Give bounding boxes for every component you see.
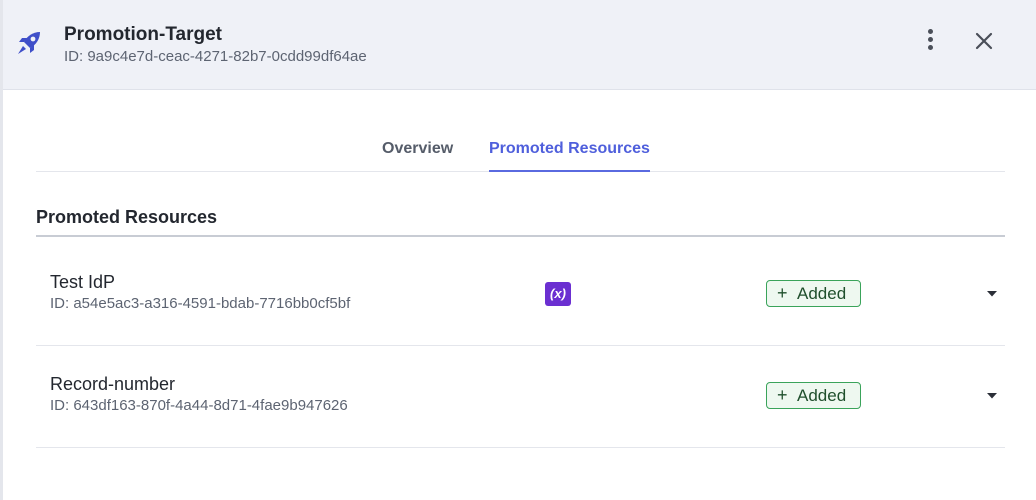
chevron-down-icon[interactable] xyxy=(986,392,998,400)
close-icon[interactable] xyxy=(969,26,999,56)
tab-promoted-resources[interactable]: Promoted Resources xyxy=(489,140,650,172)
resource-id: ID: a54e5ac3-a316-4591-bdab-7716bb0cf5bf xyxy=(50,295,351,312)
variable-icon: (x) xyxy=(545,282,571,306)
plus-icon: + xyxy=(777,283,788,303)
page-title: Promotion-Target xyxy=(64,24,222,45)
status-label: Added xyxy=(797,284,847,303)
section-divider xyxy=(36,235,1005,237)
resource-id: ID: 643df163-870f-4a44-8d71-4fae9b947626 xyxy=(50,397,348,414)
tab-bar: Overview Promoted Resources xyxy=(36,132,1005,172)
status-label: Added xyxy=(797,386,847,405)
panel-header: Promotion-Target ID: 9a9c4e7d-ceac-4271-… xyxy=(3,0,1036,90)
tab-overview[interactable]: Overview xyxy=(382,140,453,172)
plus-icon: + xyxy=(777,385,788,405)
resource-row: Test IdP ID: a54e5ac3-a316-4591-bdab-771… xyxy=(36,244,1005,346)
resource-name: Test IdP xyxy=(50,272,116,292)
added-status-badge: + Added xyxy=(766,280,861,307)
page-id: ID: 9a9c4e7d-ceac-4271-82b7-0cdd99df64ae xyxy=(64,48,367,65)
added-status-badge: + Added xyxy=(766,382,861,409)
resource-row: Record-number ID: 643df163-870f-4a44-8d7… xyxy=(36,346,1005,448)
rocket-icon xyxy=(18,32,40,54)
more-options-icon[interactable] xyxy=(919,27,941,55)
resource-name: Record-number xyxy=(50,374,176,394)
chevron-down-icon[interactable] xyxy=(986,290,998,298)
section-title: Promoted Resources xyxy=(36,207,218,227)
